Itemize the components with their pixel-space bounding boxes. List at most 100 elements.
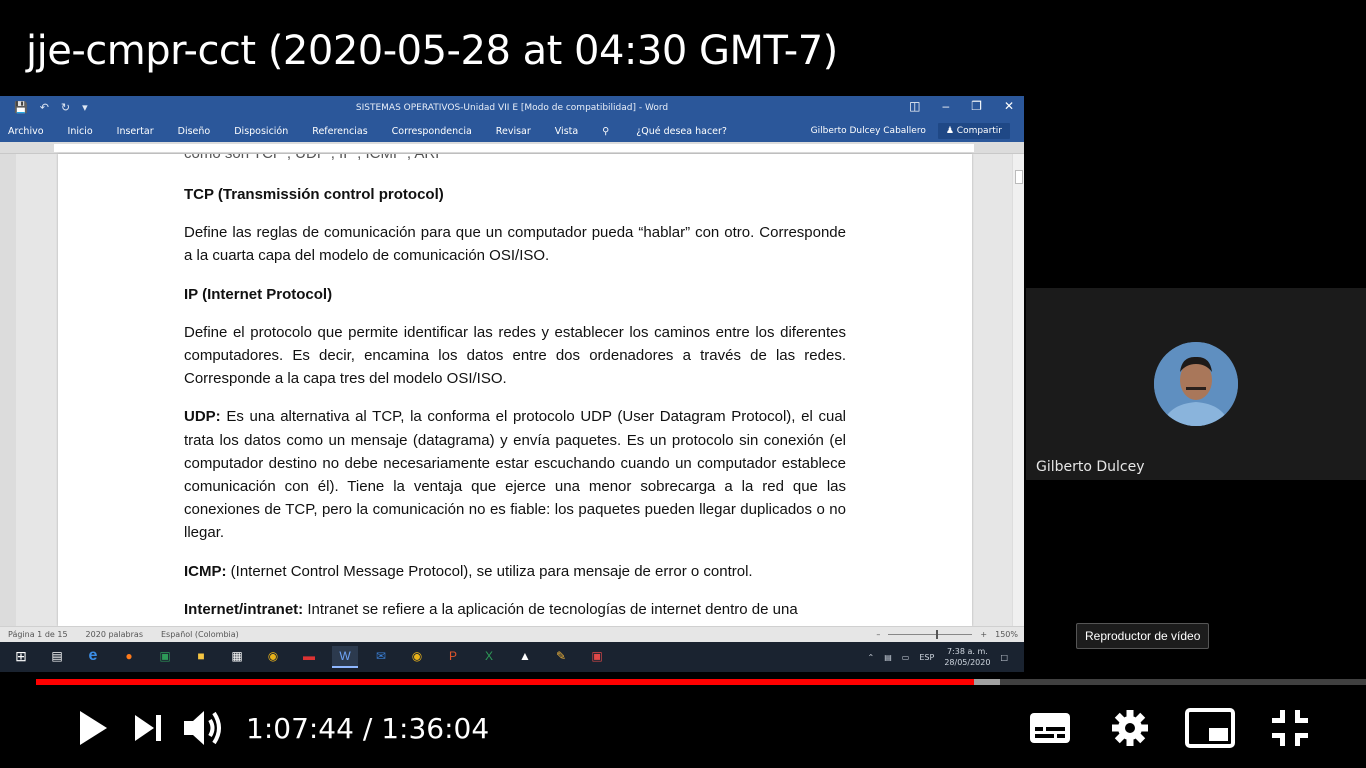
time-display: 1:07:44 / 1:36:04 (246, 712, 489, 745)
tab-correspondencia: Correspondencia (391, 126, 472, 137)
taskbar-date: 28/05/2020 (944, 658, 991, 667)
firefox-icon: ● (125, 649, 133, 663)
document-body: como son TCP , UDP , IP , ICMP , ARP TCP… (184, 154, 846, 621)
controls-left: 1:07:44 / 1:36:04 (64, 700, 489, 756)
vertical-ruler (0, 154, 16, 626)
excel-icon: X (484, 649, 493, 663)
tab-referencias: Referencias (312, 126, 368, 137)
windows-taskbar: ⊞ ▤ e ● ▣ ■ ▦ ◉ ▬ W ✉ ◉ P X ▲ ✎ ▣ ⌃ ▤ ▭ … (0, 642, 1024, 672)
heading-ip: IP (Internet Protocol) (184, 285, 333, 303)
system-tray: ⌃ ▤ ▭ ESP 7:38 a. m. 28/05/2020 □ (868, 646, 1008, 668)
word-ribbon: Archivo Inicio Insertar Diseño Disposici… (0, 120, 1024, 142)
next-button[interactable] (120, 700, 176, 756)
edge-icon: e (88, 647, 98, 664)
paragraph-ip: Define el protocolo que permite identifi… (184, 323, 846, 388)
paragraph-tcp: Define las reglas de comunicación para q… (184, 224, 846, 265)
app-icon: ▣ (591, 649, 603, 663)
powerpoint-icon: P (448, 649, 457, 663)
settings-button[interactable] (1102, 700, 1158, 756)
tray-expand-icon: ⌃ (867, 652, 875, 662)
video-player[interactable]: jje-cmpr-cct (2020-05-28 at 04:30 GMT-7)… (0, 0, 1366, 768)
taskbar-time: 7:38 a. m. (946, 647, 988, 656)
word-window-title: SISTEMAS OPERATIVOS-Unidad VII E [Modo d… (355, 103, 669, 113)
icmp-label: ICMP: (184, 562, 227, 580)
volume-icon (184, 711, 221, 745)
paragraph-icmp: ICMP: (Internet Control Message Protocol… (184, 560, 846, 583)
chrome-icon: ◉ (267, 649, 279, 663)
outlook-icon: ✉ (375, 649, 387, 663)
gear-icon (1112, 710, 1148, 746)
time-separator: / (362, 711, 373, 745)
duration: 1:36:04 (381, 711, 490, 745)
tab-archivo: Archivo (8, 126, 44, 137)
tab-revisar: Revisar (495, 126, 531, 137)
zoom-slider (888, 630, 973, 639)
miniplayer-button[interactable] (1182, 700, 1238, 756)
progress-bar[interactable] (36, 679, 1366, 685)
shared-screen: 💾 ↶ ↻ ▾ SISTEMAS OPERATIVOS-Unidad VII E… (0, 96, 1024, 672)
window-controls: ◫ – ❐ ✕ (909, 99, 1014, 113)
internet-label: Internet/intranet: (184, 600, 304, 618)
icmp-body: (Internet Control Message Protocol), se … (226, 562, 753, 580)
miniplayer-icon (1185, 708, 1235, 748)
document-page: como son TCP , UDP , IP , ICMP , ARP TCP… (58, 154, 972, 626)
battery-icon: ▭ (901, 652, 910, 662)
ribbon-user-area: Gilberto Dulcey Caballero ♟ Compartir (811, 123, 1010, 139)
cube-app-icon: ▲ (519, 649, 531, 663)
chrome-icon-2: ◉ (411, 649, 423, 663)
exit-fullscreen-icon (1272, 710, 1308, 746)
subtitles-button[interactable] (1022, 700, 1078, 756)
tell-me-box: ⚲ ¿Qué desea hacer? (602, 126, 751, 137)
minimize-icon: – (942, 99, 950, 113)
input-language: ESP (919, 652, 935, 662)
doc-partial-line: como son TCP , UDP , IP , ICMP , ARP (184, 154, 445, 165)
notifications-icon: □ (1000, 652, 1008, 662)
windows-start-icon: ⊞ (15, 647, 27, 664)
user-name: Gilberto Dulcey Caballero (810, 126, 926, 136)
tab-inicio: Inicio (67, 126, 93, 137)
network-icon: ▤ (884, 652, 892, 662)
subtitles-icon (1030, 713, 1070, 743)
word-titlebar: 💾 ↶ ↻ ▾ SISTEMAS OPERATIVOS-Unidad VII E… (0, 96, 1024, 120)
share-label: Compartir (956, 126, 1002, 136)
paragraph-internet: Internet/intranet: Intranet se refiere a… (184, 598, 846, 621)
lightbulb-icon: ⚲ (602, 126, 613, 137)
played-bar (36, 679, 974, 685)
tell-me-label: ¿Qué desea hacer? (636, 126, 727, 137)
ribbon-tabs: Archivo Inicio Insertar Diseño Disposici… (8, 126, 775, 137)
share-button: ♟ Compartir (937, 123, 1010, 139)
udp-label: UDP: (184, 408, 221, 426)
internet-body: Intranet se refiere a la aplicación de t… (303, 600, 798, 618)
word-count: 2020 palabras (85, 630, 143, 639)
current-time: 1:07:44 (246, 711, 354, 745)
tab-insertar: Insertar (116, 126, 154, 137)
video-title: jje-cmpr-cct (2020-05-28 at 04:30 GMT-7) (26, 28, 838, 74)
next-icon (135, 715, 161, 741)
tab-diseno: Diseño (177, 126, 211, 137)
tab-vista: Vista (554, 126, 579, 137)
taskbar-clock: 7:38 a. m. 28/05/2020 (944, 646, 990, 668)
file-explorer-icon: ■ (197, 649, 205, 663)
volume-button[interactable] (176, 700, 232, 756)
maximize-icon: ❐ (971, 99, 982, 113)
zoom-level: 150% (995, 630, 1018, 639)
word-app-icon: W (332, 646, 358, 668)
language-status: Español (Colombia) (161, 630, 239, 639)
participant-avatar (1154, 342, 1238, 426)
rsa-icon: ▬ (303, 649, 315, 663)
exit-fullscreen-button[interactable] (1262, 700, 1318, 756)
participant-tile: Gilberto Dulcey (1026, 288, 1366, 480)
excel-app-icon: ▣ (159, 649, 171, 663)
heading-tcp: TCP (Transmissión control protocol) (184, 186, 444, 203)
page-count: Página 1 de 15 (8, 630, 68, 639)
word-statusbar: Página 1 de 15 2020 palabras Español (Co… (0, 626, 1024, 642)
horizontal-ruler (0, 142, 1024, 154)
document-scrollbar (1012, 154, 1024, 626)
controls-right (1022, 700, 1318, 756)
play-button[interactable] (64, 700, 120, 756)
participant-name: Gilberto Dulcey (1036, 459, 1145, 475)
close-icon: ✕ (1003, 99, 1014, 113)
ribbon-display-icon: ◫ (909, 99, 921, 113)
udp-body: Es una alternativa al TCP, la conforma e… (184, 408, 846, 542)
tab-disposicion: Disposición (234, 126, 289, 137)
